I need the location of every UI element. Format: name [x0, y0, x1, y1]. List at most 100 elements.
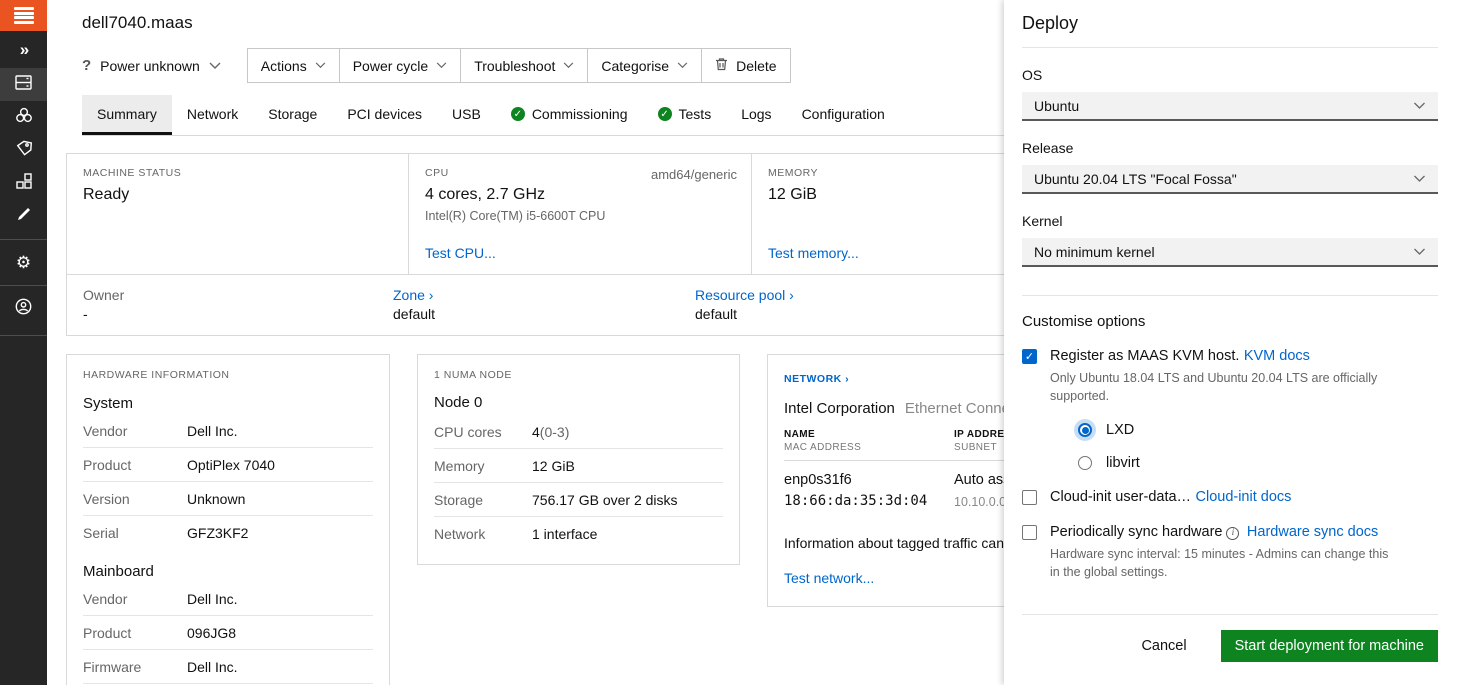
register-kvm-option: Register as MAAS KVM host. KVM docs Only…	[1022, 347, 1438, 471]
tab-label: Storage	[268, 106, 317, 122]
tab-network[interactable]: Network	[172, 95, 253, 135]
machine-status-value: Ready	[83, 186, 392, 204]
tab-configuration[interactable]: Configuration	[787, 95, 900, 135]
lxd-radio-option[interactable]: LXD	[1078, 422, 1420, 438]
kvm-host-label[interactable]: Register as MAAS KVM host.	[1050, 348, 1239, 364]
sidebar-expand-icon[interactable]: »	[20, 31, 27, 68]
release-select[interactable]: Ubuntu 20.04 LTS "Focal Fossa"	[1022, 165, 1438, 194]
tab-commissioning[interactable]: Commissioning	[496, 95, 643, 135]
cloud-init-label[interactable]: Cloud-init user-data…	[1050, 489, 1191, 505]
power-status-dropdown[interactable]: ? Power unknown	[82, 57, 221, 74]
chevron-down-icon	[677, 62, 688, 69]
test-memory-link[interactable]: Test memory...	[768, 245, 859, 261]
hardware-sync-label[interactable]: Periodically sync hardware	[1050, 524, 1222, 540]
tab-summary[interactable]: Summary	[82, 95, 172, 135]
table-row: Serial GFZ3KF2	[83, 516, 373, 549]
test-cpu-link[interactable]: Test CPU...	[425, 245, 496, 261]
categorise-button[interactable]: Categorise	[587, 49, 701, 82]
test-network-link[interactable]: Test network...	[784, 570, 874, 586]
cpu-arch: amd64/generic	[651, 167, 737, 182]
start-deployment-button[interactable]: Start deployment for machine	[1221, 630, 1438, 662]
numa-card-heading: 1 NUMA NODE	[434, 369, 723, 381]
tab-usb[interactable]: USB	[437, 95, 496, 135]
hardware-sync-docs-link[interactable]: Hardware sync docs	[1247, 524, 1378, 540]
app-sidebar: » ⚙	[0, 0, 47, 685]
sidebar-item-tags[interactable]	[0, 134, 47, 167]
sidebar-item-images[interactable]	[0, 200, 47, 233]
tag-icon	[16, 140, 32, 161]
kvm-host-checkbox[interactable]	[1022, 349, 1037, 364]
success-check-icon	[511, 107, 525, 121]
table-row: CPU cores 4 (0-3)	[434, 415, 723, 449]
pen-icon	[16, 206, 32, 227]
row-label: Firmware	[83, 659, 187, 675]
os-select[interactable]: Ubuntu	[1022, 92, 1438, 121]
customise-options-heading: Customise options	[1022, 313, 1438, 330]
troubleshoot-button-label: Troubleshoot	[474, 58, 555, 74]
actions-button-label: Actions	[261, 58, 307, 74]
sidebar-item-settings[interactable]: ⚙	[0, 246, 47, 279]
tab-storage[interactable]: Storage	[253, 95, 332, 135]
zone-link[interactable]: Zone ›	[393, 287, 433, 303]
success-check-icon	[658, 107, 672, 121]
cpu-detail: Intel(R) Core(TM) i5-6600T CPU	[425, 209, 735, 223]
network-card-heading-link[interactable]: NETWORK ›	[784, 373, 849, 385]
cancel-button[interactable]: Cancel	[1137, 631, 1190, 661]
resource-pool-block: Resource pool › default	[695, 287, 794, 322]
tab-pci-devices[interactable]: PCI devices	[332, 95, 437, 135]
chevron-down-icon	[315, 62, 326, 69]
col-name-header: NAME	[784, 429, 954, 440]
tab-label: Network	[187, 106, 238, 122]
maas-logo[interactable]	[0, 0, 47, 31]
power-cycle-button-label: Power cycle	[353, 58, 428, 74]
deploy-panel: Deploy OS Ubuntu Release Ubuntu 20.04 LT…	[1004, 0, 1460, 685]
chevron-down-icon	[563, 62, 574, 69]
sidebar-item-account[interactable]	[0, 292, 47, 325]
kvm-docs-link[interactable]: KVM docs	[1244, 348, 1310, 364]
kvm-help-text: Only Ubuntu 18.04 LTS and Ubuntu 20.04 L…	[1050, 369, 1420, 405]
cloud-init-checkbox[interactable]	[1022, 490, 1037, 505]
actions-button[interactable]: Actions	[248, 49, 339, 82]
row-label: CPU cores	[434, 424, 532, 440]
row-label: Memory	[434, 458, 532, 474]
tab-tests[interactable]: Tests	[643, 95, 727, 135]
kernel-select-value: No minimum kernel	[1034, 244, 1155, 260]
row-label: Serial	[83, 525, 187, 541]
sidebar-divider	[0, 335, 47, 336]
machine-status-column: MACHINE STATUS Ready	[67, 154, 409, 274]
kernel-select[interactable]: No minimum kernel	[1022, 238, 1438, 267]
row-label: Version	[83, 491, 187, 507]
troubleshoot-button[interactable]: Troubleshoot	[460, 49, 587, 82]
machines-icon	[15, 75, 32, 95]
libvirt-radio-option[interactable]: libvirt	[1078, 455, 1420, 471]
table-row: Vendor Dell Inc.	[83, 582, 373, 616]
kvm-type-radio-group: LXD libvirt	[1078, 422, 1420, 471]
row-label: Vendor	[83, 423, 187, 439]
row-label: Vendor	[83, 591, 187, 607]
tab-label: Summary	[97, 106, 157, 122]
delete-button[interactable]: Delete	[701, 49, 789, 82]
libvirt-radio-label[interactable]: libvirt	[1106, 455, 1140, 471]
owner-block: Owner -	[83, 287, 393, 322]
libvirt-radio[interactable]	[1078, 456, 1092, 470]
sidebar-item-pools[interactable]	[0, 167, 47, 200]
row-value: Unknown	[187, 491, 245, 507]
hardware-sync-checkbox[interactable]	[1022, 525, 1037, 540]
tab-label: PCI devices	[347, 106, 422, 122]
delete-button-label: Delete	[736, 58, 776, 74]
power-cycle-button[interactable]: Power cycle	[339, 49, 460, 82]
tab-label: Logs	[741, 106, 771, 122]
sidebar-divider	[0, 239, 47, 240]
sidebar-item-machines[interactable]	[0, 68, 47, 101]
sidebar-item-kvm[interactable]	[0, 101, 47, 134]
col-mac-header: MAC ADDRESS	[784, 442, 954, 453]
row-value: 756.17 GB over 2 disks	[532, 492, 678, 508]
sidebar-divider	[0, 285, 47, 286]
lxd-radio-label[interactable]: LXD	[1106, 422, 1134, 438]
resource-pool-link[interactable]: Resource pool ›	[695, 287, 794, 303]
lxd-radio[interactable]	[1078, 423, 1092, 437]
row-value: OptiPlex 7040	[187, 457, 275, 473]
row-value: 12 GiB	[532, 458, 575, 474]
cloud-init-docs-link[interactable]: Cloud-init docs	[1196, 489, 1292, 505]
tab-logs[interactable]: Logs	[726, 95, 786, 135]
